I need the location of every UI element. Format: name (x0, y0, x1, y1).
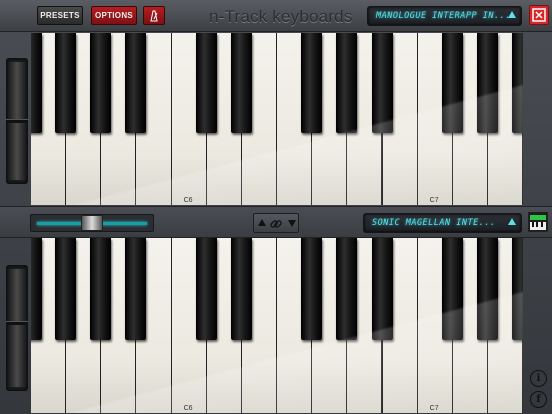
black-key[interactable] (55, 33, 77, 133)
split-slider[interactable] (30, 214, 154, 232)
close-icon (532, 8, 546, 22)
bottom-keyboard[interactable]: C6 C7 (31, 238, 523, 413)
app-title: n-Track keyboards (209, 7, 353, 26)
black-key[interactable] (301, 238, 323, 340)
black-key[interactable] (31, 238, 42, 340)
black-key[interactable] (230, 33, 252, 133)
options-button[interactable]: OPTIONS (91, 6, 137, 25)
octave-down-icon[interactable] (288, 220, 296, 227)
black-key[interactable] (31, 33, 42, 133)
black-key[interactable] (512, 33, 523, 133)
bottom-instrument-name: SONIC MAGELLAN INTE... (372, 218, 496, 228)
close-button[interactable] (529, 5, 549, 25)
note-label: C6 (183, 197, 193, 204)
eject-arrow-icon (508, 218, 516, 225)
black-key[interactable] (336, 238, 358, 340)
black-key[interactable] (55, 238, 77, 340)
slider-thumb[interactable] (81, 215, 103, 231)
black-key[interactable] (195, 238, 217, 340)
black-key[interactable] (90, 238, 112, 340)
presets-button[interactable]: PRESETS (37, 6, 83, 25)
black-key[interactable] (512, 238, 523, 340)
black-key[interactable] (195, 33, 217, 133)
metronome-icon (150, 10, 158, 21)
eject-arrow-icon (508, 11, 516, 18)
note-label: C7 (429, 197, 439, 204)
mod-wheel-roller[interactable] (8, 269, 26, 387)
mod-wheel-notch (6, 321, 28, 325)
black-key[interactable] (441, 33, 463, 133)
metronome-button[interactable] (143, 6, 165, 25)
top-keyboard[interactable]: C6 C7 (31, 33, 523, 205)
keyboard-app: PRESETS OPTIONS n-Track keyboards MANOLO… (0, 0, 552, 414)
top-instrument-selector[interactable]: MANOLOGUE INTERAPP IN... (367, 6, 522, 26)
black-key[interactable] (371, 33, 393, 133)
black-key[interactable] (301, 33, 323, 133)
top-toolbar: PRESETS OPTIONS n-Track keyboards MANOLO… (0, 0, 552, 32)
black-key[interactable] (230, 238, 252, 340)
top-instrument-name: MANOLOGUE INTERAPP IN... (376, 11, 511, 21)
octave-up-icon[interactable] (258, 219, 266, 226)
pitch-wheel-notch (6, 119, 28, 123)
mod-wheel[interactable] (6, 265, 28, 391)
pitch-wheel[interactable] (6, 58, 28, 184)
bottom-instrument-selector[interactable]: SONIC MAGELLAN INTE... (363, 213, 522, 233)
note-label: C6 (183, 405, 193, 412)
black-key[interactable] (476, 33, 498, 133)
black-key[interactable] (371, 238, 393, 340)
black-key[interactable] (336, 33, 358, 133)
black-key[interactable] (125, 33, 147, 133)
black-key[interactable] (125, 238, 147, 340)
facebook-button[interactable]: f (530, 391, 547, 408)
black-key[interactable] (90, 33, 112, 133)
note-label: C7 (429, 405, 439, 412)
link-icon[interactable] (269, 217, 283, 231)
black-key[interactable] (441, 238, 463, 340)
keyboard-icon[interactable] (528, 212, 548, 232)
info-button[interactable]: i (530, 370, 547, 387)
black-key[interactable] (476, 238, 498, 340)
octave-control[interactable] (253, 213, 299, 233)
